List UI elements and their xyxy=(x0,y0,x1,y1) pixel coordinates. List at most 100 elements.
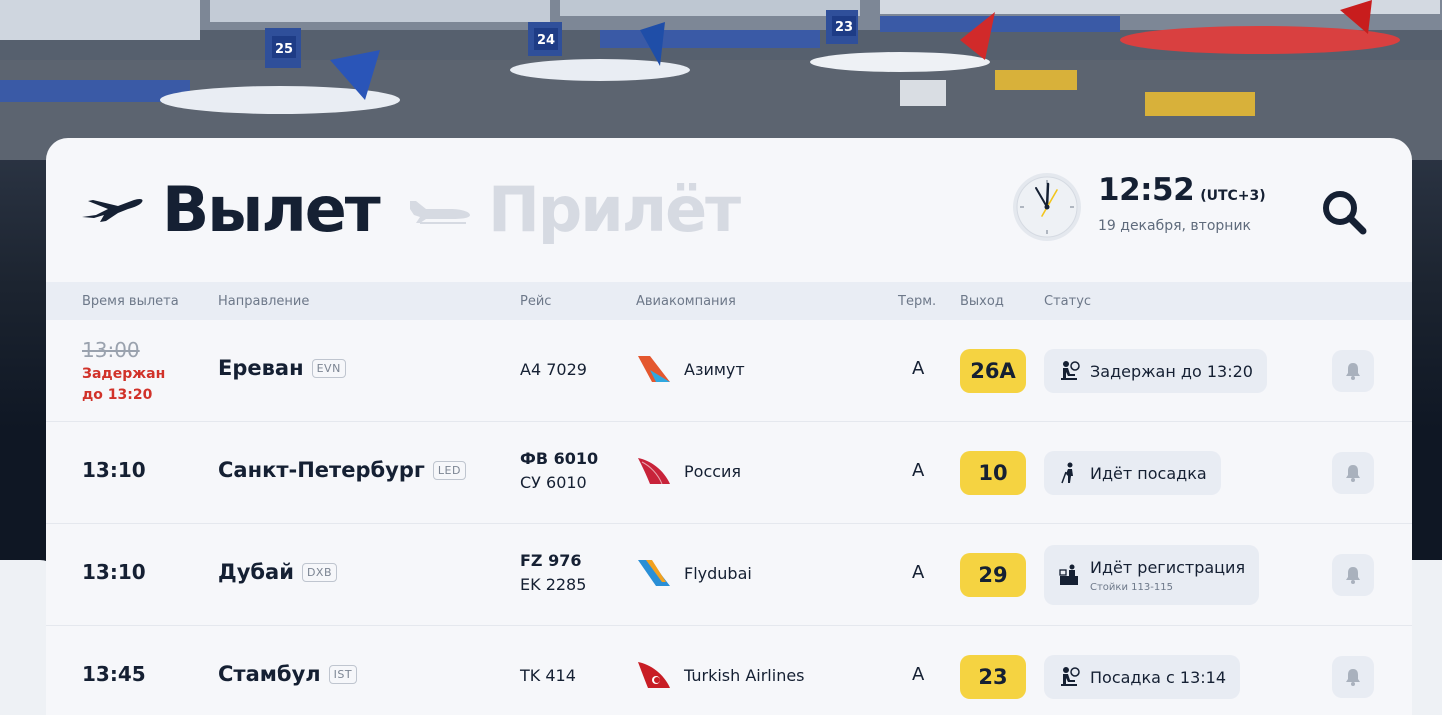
airline-name: Россия xyxy=(684,461,742,481)
bell-icon xyxy=(1346,567,1360,584)
table-row[interactable]: 13:00 Задержан до 13:20 Ереван EVN A4 70… xyxy=(46,320,1412,422)
destination-city: Дубай xyxy=(218,560,294,584)
notify-button[interactable] xyxy=(1332,452,1374,494)
terminal: A xyxy=(912,664,925,685)
airline-name: Flydubai xyxy=(684,563,752,583)
delay-note: Задержан до 13:20 xyxy=(82,364,165,406)
airline-name: Turkish Airlines xyxy=(684,665,805,685)
table-row[interactable]: 13:10 Дубай DXB FZ 976 EK 2285 Flydubai … xyxy=(46,524,1412,626)
bell-icon xyxy=(1346,669,1360,686)
search-button[interactable] xyxy=(1320,188,1370,238)
airline-name: Азимут xyxy=(684,359,745,379)
current-time-block: 12:52 (UTC+3) 19 декабря, вторник xyxy=(1098,172,1266,234)
status-text: Идёт посадка xyxy=(1090,463,1207,483)
waiting-passenger-icon xyxy=(1061,667,1080,686)
tab-departure[interactable]: Вылет xyxy=(80,172,381,248)
airline: Россия xyxy=(636,456,741,486)
svg-text:23: 23 xyxy=(835,20,853,35)
destination: Стамбул IST xyxy=(218,662,358,686)
table-row[interactable]: 13:45 Стамбул IST TK 414 Turkish Airline… xyxy=(46,626,1412,715)
walking-passenger-icon xyxy=(1061,462,1073,484)
svg-text:24: 24 xyxy=(537,33,555,48)
flight-numbers: FZ 976 EK 2285 xyxy=(520,549,586,597)
svg-text:25: 25 xyxy=(275,42,293,57)
destination-city: Санкт-Петербург xyxy=(218,458,425,482)
destination: Дубай DXB xyxy=(218,560,338,584)
search-icon xyxy=(1323,191,1367,235)
status-badge: Посадка с 13:14 xyxy=(1044,655,1241,699)
destination-city: Стамбул xyxy=(218,662,321,686)
flight-numbers: ФВ 6010 СУ 6010 xyxy=(520,447,598,495)
header-time: Время вылета xyxy=(82,294,179,309)
current-date: 19 декабря, вторник xyxy=(1098,218,1252,234)
gate-badge: 29 xyxy=(960,553,1026,597)
destination-city: Ереван xyxy=(218,356,304,380)
header-terminal: Терм. xyxy=(898,294,937,309)
gate-badge: 23 xyxy=(960,655,1026,699)
flight-numbers: A4 7029 xyxy=(520,358,587,382)
header-airline: Авиакомпания xyxy=(636,294,736,309)
tab-arrival-label: Прилёт xyxy=(488,173,741,246)
header-destination: Направление xyxy=(218,294,310,309)
flydubai-logo-icon xyxy=(638,560,670,586)
flight-number: A4 7029 xyxy=(520,360,587,379)
status-text: Посадка с 13:14 xyxy=(1090,667,1227,687)
departures-board: Вылет Прилёт 12:52 (UTC+3) 19 декабря, в… xyxy=(46,138,1412,715)
bell-icon xyxy=(1346,465,1360,482)
status-text: Идёт регистрация xyxy=(1090,557,1246,577)
airline: Flydubai xyxy=(636,558,752,588)
flight-number: FZ 976 xyxy=(520,551,582,570)
flight-number: ФВ 6010 xyxy=(520,449,599,468)
airport-code-badge: EVN xyxy=(311,358,346,378)
destination: Ереван EVN xyxy=(218,356,346,380)
delay-note-line: Задержан xyxy=(82,366,166,382)
airline: Turkish Airlines xyxy=(636,660,805,690)
departure-time: 13:10 xyxy=(82,458,146,482)
timezone: (UTC+3) xyxy=(1200,188,1266,204)
clock-icon xyxy=(1012,172,1082,242)
turkish-airlines-logo-icon xyxy=(638,662,670,688)
rossiya-logo-icon xyxy=(638,458,670,485)
plane-landing-icon xyxy=(410,201,470,224)
notify-button[interactable] xyxy=(1332,350,1374,392)
destination: Санкт-Петербург LED xyxy=(218,458,466,482)
azimuth-logo-icon xyxy=(638,356,670,382)
airline: Азимут xyxy=(636,354,745,384)
scheduled-time: 13:00 xyxy=(82,338,140,362)
status-text: Задержан до 13:20 xyxy=(1090,361,1253,381)
header-flight: Рейс xyxy=(520,294,552,309)
plane-takeoff-icon xyxy=(82,198,143,222)
tab-arrival[interactable]: Прилёт xyxy=(406,172,741,248)
departure-time: 13:45 xyxy=(82,662,146,686)
airport-code-badge: LED xyxy=(432,460,466,480)
notify-button[interactable] xyxy=(1332,656,1374,698)
terminal: A xyxy=(912,358,925,379)
gate-badge: 10 xyxy=(960,451,1026,495)
codeshare-flight-number: СУ 6010 xyxy=(520,473,587,492)
table-header: Время вылета Направление Рейс Авиакомпан… xyxy=(46,282,1412,320)
status-badge: Задержан до 13:20 xyxy=(1044,349,1267,393)
bell-icon xyxy=(1346,363,1360,380)
terminal: A xyxy=(912,562,925,583)
header-status: Статус xyxy=(1044,294,1092,309)
delay-note-line: до 13:20 xyxy=(82,387,153,403)
flight-number: TK 414 xyxy=(520,666,576,685)
status-badge: Идёт регистрация Стойки 113-115 xyxy=(1044,545,1260,605)
airport-code-badge: DXB xyxy=(301,562,338,582)
codeshare-flight-number: EK 2285 xyxy=(520,575,587,594)
check-in-desk-icon xyxy=(1059,564,1078,585)
flight-numbers: TK 414 xyxy=(520,664,576,688)
table-row[interactable]: 13:10 Санкт-Петербург LED ФВ 6010 СУ 601… xyxy=(46,422,1412,524)
current-time: 12:52 xyxy=(1098,172,1195,208)
notify-button[interactable] xyxy=(1332,554,1374,596)
board-header: Вылет Прилёт 12:52 (UTC+3) 19 декабря, в… xyxy=(46,138,1412,282)
departure-time: 13:10 xyxy=(82,560,146,584)
tab-departure-label: Вылет xyxy=(162,173,381,246)
waiting-passenger-icon xyxy=(1061,361,1080,380)
airport-apron-illustration: 25 24 23 xyxy=(0,0,1442,160)
terminal: A xyxy=(912,460,925,481)
gate-badge: 26A xyxy=(960,349,1026,393)
airport-code-badge: IST xyxy=(328,664,358,684)
status-subtext: Стойки 113-115 xyxy=(1090,581,1173,593)
status-badge: Идёт посадка xyxy=(1044,451,1221,495)
